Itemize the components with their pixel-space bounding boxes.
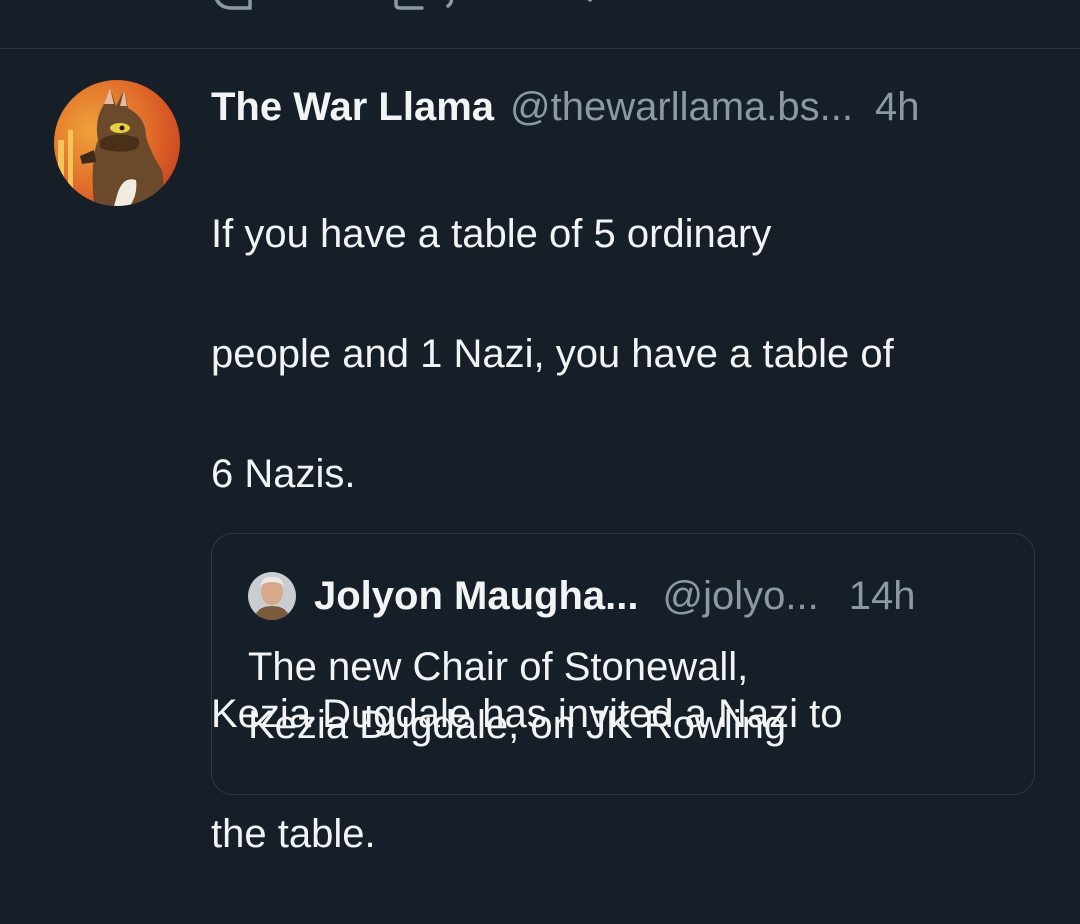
more-icon [866, 0, 910, 14]
post[interactable]: The War Llama @thewarllama.bs... 4h If y… [0, 49, 1080, 856]
repost-button[interactable] [392, 0, 462, 14]
bookmark-button[interactable] [780, 0, 820, 14]
post-text-line: 6 Nazis. [211, 452, 356, 496]
post-text-line: the table. [211, 812, 376, 856]
reply-button[interactable] [210, 0, 254, 14]
quoted-post-text: The new Chair of Stonewall, Kezia Dugdal… [248, 638, 1008, 754]
quoted-author-avatar[interactable] [248, 572, 296, 620]
post-timestamp[interactable]: 4h [875, 83, 920, 131]
quoted-author-name[interactable]: Jolyon Maugha... [314, 572, 638, 620]
post-header: The War Llama @thewarllama.bs... 4h [211, 83, 1041, 131]
bookmark-icon [780, 0, 820, 14]
post-text-line: people and 1 Nazi, you have a table of [211, 332, 894, 376]
author-handle[interactable]: @thewarllama.bs... [510, 83, 853, 131]
author-avatar[interactable] [54, 80, 180, 206]
more-button[interactable] [866, 0, 910, 14]
quoted-text-line: The new Chair of Stonewall, [248, 645, 749, 689]
post-text-line: If you have a table of 5 ordinary [211, 212, 772, 256]
heart-icon [570, 0, 640, 14]
like-button[interactable] [570, 0, 640, 14]
quoted-post-header: Jolyon Maugha... @jolyo... 14h [314, 572, 915, 620]
author-name[interactable]: The War Llama [211, 83, 494, 131]
repost-icon [392, 0, 462, 14]
previous-post-action-bar [0, 0, 1080, 49]
reply-icon [210, 0, 254, 14]
quoted-author-handle[interactable]: @jolyo... [662, 572, 818, 620]
quoted-text-line: Kezia Dugdale, on JK Rowling [248, 703, 787, 747]
quoted-post-timestamp[interactable]: 14h [849, 572, 916, 620]
quoted-post-card[interactable]: Jolyon Maugha... @jolyo... 14h The new C… [211, 533, 1035, 795]
